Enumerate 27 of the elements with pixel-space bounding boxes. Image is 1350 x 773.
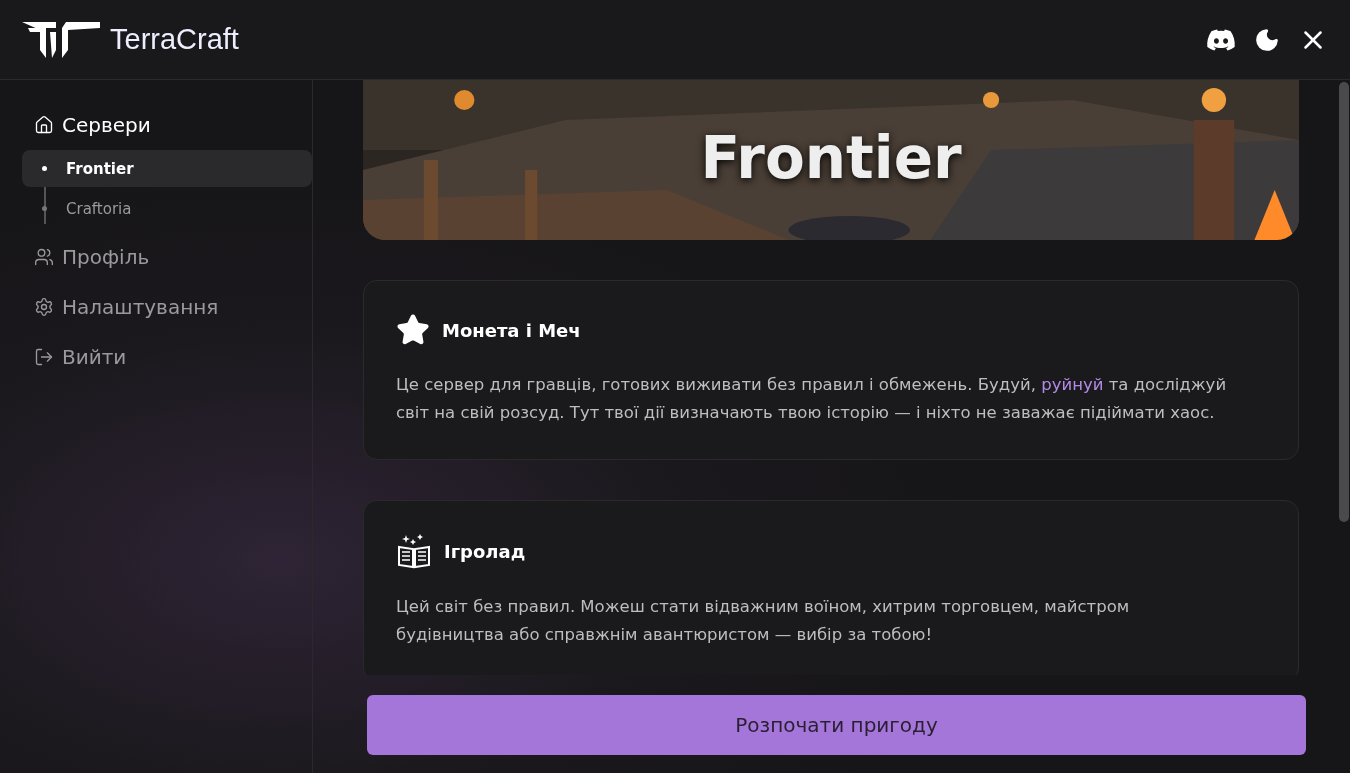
app-name: TerraCraft <box>110 23 239 56</box>
logo-icon <box>22 19 100 60</box>
nav-label: Налаштування <box>62 295 219 319</box>
scrollbar[interactable] <box>1339 82 1349 522</box>
card-title: Ігролад <box>444 540 526 562</box>
nav-item[interactable]: Сервери <box>34 100 312 150</box>
text-link[interactable]: руйнуй <box>1041 375 1104 394</box>
card-text: Цей світ без правил. Можеш стати відважним воїном, хитрим торговцем, майстром будівництва або справжнім авантюристом — вибір за тобою! <box>396 596 1131 646</box>
nav-item[interactable]: Профіль <box>34 232 312 282</box>
card-text: Це сервер для гравців, готових виживати без правил і обмежень. Будуй, руйнуй та досліджуй світ на свій розсуд. Тут твої дії визначають твою історію — і ніхто не заважає підіймати хаос. <box>396 374 1228 424</box>
nav-label: Вийти <box>62 345 127 369</box>
book-icon <box>396 533 432 569</box>
nav-label: Профіль <box>62 245 150 269</box>
users-icon <box>34 247 54 267</box>
settings-icon <box>34 297 54 317</box>
star-icon <box>396 313 430 347</box>
nav-item[interactable]: Налаштування <box>34 282 312 332</box>
moon-icon[interactable] <box>1254 26 1280 53</box>
nav-label: Сервери <box>62 113 151 137</box>
server-item[interactable]: Frontier <box>22 150 312 187</box>
home-icon <box>34 115 54 135</box>
card-title: Монета і Меч <box>442 319 581 341</box>
nav-item[interactable]: Вийти <box>34 332 312 382</box>
logout-icon <box>34 347 54 367</box>
start-button[interactable]: Розпочати пригоду <box>367 695 1306 755</box>
server-item[interactable]: Craftoria <box>22 190 312 227</box>
banner-title: Frontier <box>699 124 963 192</box>
